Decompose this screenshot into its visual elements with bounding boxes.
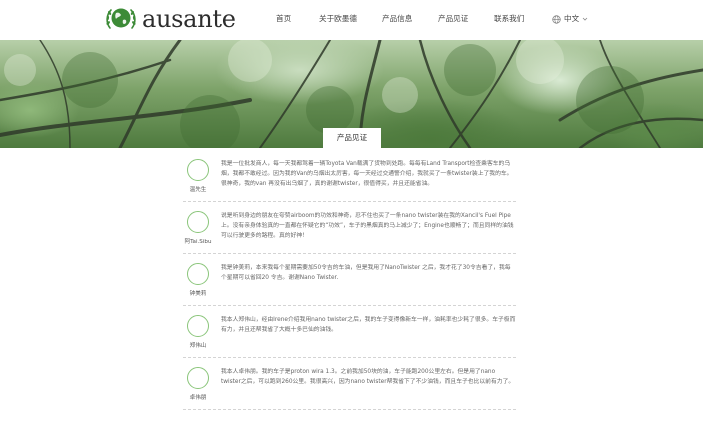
avatar [187,315,209,337]
nav-item-testimonials[interactable]: 产品见证 [438,13,468,25]
chevron-down-icon [582,17,588,21]
testimonial-text: 我是一位批发商人，每一天我都驾着一辆Toyota Van载满了货物到处跑。每每有… [221,161,513,187]
testimonial-text: 我本人郑伟山，经由Irene介绍我用nano twister之后，我的车子变得像… [221,317,516,333]
testimonial-author: 郑伟山 [189,343,207,349]
main-nav: 首页 关于欧墨德 产品信息 产品见证 联系我们 中文 [0,13,703,27]
nav-item-home[interactable]: 首页 [276,13,291,25]
avatar [187,159,209,181]
globe-icon [552,14,561,24]
testimonial-author: 钟美莉 [189,291,207,297]
testimonial-item: 卓伟朋 我本人卓伟朋。我的车子是proton wira 1.3。之前我加50块的… [183,358,516,410]
testimonial-item: 钟美莉 我是钟美莉，本来我每个星期需要加50令吉的车油，但是我用了NanoTwi… [183,254,516,306]
testimonial-text: 说是听到身边的朋友在夸赞airboom的功效和神奇，忍不住也买了一条nano t… [221,213,514,239]
nav-item-products[interactable]: 产品信息 [382,13,412,25]
nav-item-about[interactable]: 关于欧墨德 [319,13,357,25]
avatar [187,211,209,233]
avatar [187,367,209,389]
testimonial-item: 温先生 我是一位批发商人，每一天我都驾着一辆Toyota Van载满了货物到处跑… [183,150,516,202]
testimonial-text: 我本人卓伟朋。我的车子是proton wira 1.3。之前我加50块的油，车子… [221,369,515,385]
testimonial-text: 我是钟美莉，本来我每个星期需要加50令吉的车油，但是我用了NanoTwister… [221,265,511,281]
testimonial-author: 卓伟朋 [189,395,207,401]
language-label: 中文 [564,14,580,23]
testimonial-list: 温先生 我是一位批发商人，每一天我都驾着一辆Toyota Van载满了货物到处跑… [183,150,516,410]
nav-item-contact[interactable]: 联系我们 [494,13,524,25]
section-tab-testimonials: 产品见证 [323,128,381,148]
testimonial-item: 郑伟山 我本人郑伟山，经由Irene介绍我用nano twister之后，我的车… [183,306,516,358]
testimonial-author: 阿Tai.Sibu [184,239,212,245]
site-header: ausante 首页 关于欧墨德 产品信息 产品见证 联系我们 中文 [0,0,703,40]
testimonial-author: 温先生 [189,187,207,193]
avatar [187,263,209,285]
testimonial-item: 阿Tai.Sibu 说是听到身边的朋友在夸赞airboom的功效和神奇，忍不住也… [183,202,516,254]
language-selector[interactable]: 中文 [552,13,588,25]
